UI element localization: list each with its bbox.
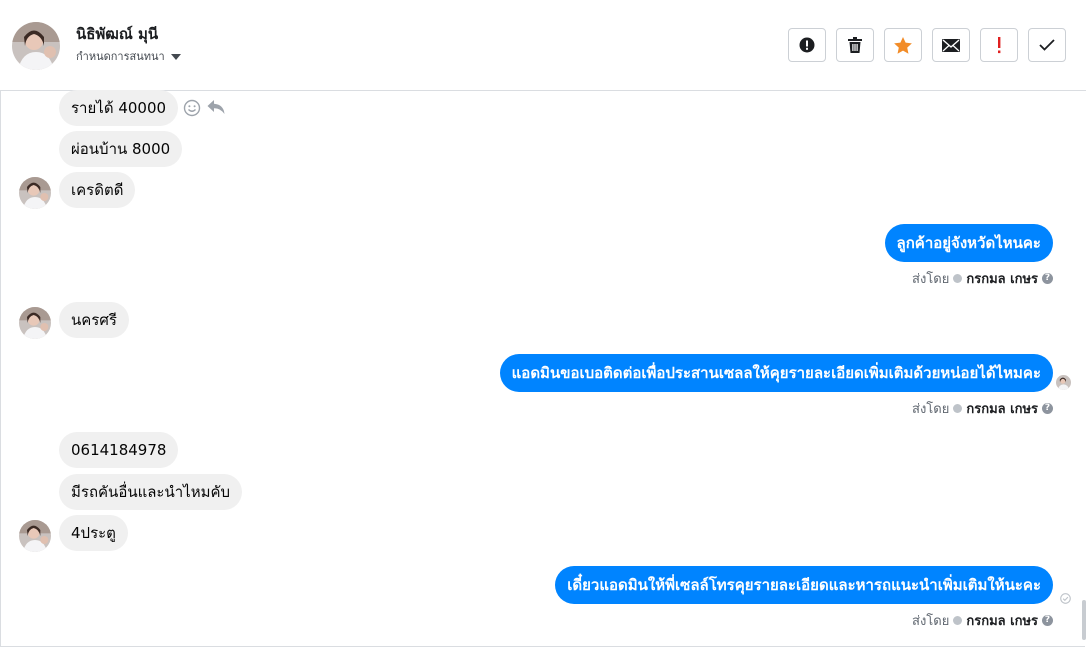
sent-by-prefix: ส่งโดย — [912, 402, 950, 417]
check-icon — [1039, 39, 1055, 51]
done-button[interactable] — [1028, 28, 1066, 62]
incoming-message[interactable]: 0614184978 — [59, 432, 179, 468]
delete-button[interactable] — [836, 28, 874, 62]
reply-icon[interactable] — [207, 99, 225, 119]
sent-by-agent[interactable]: กรกมล เกษร — [966, 268, 1038, 289]
contact-avatar[interactable] — [12, 22, 60, 70]
caret-down-icon — [170, 54, 181, 60]
contact-avatar-small — [19, 177, 51, 209]
sent-by-agent[interactable]: กรกมล เกษร — [966, 398, 1038, 419]
sent-by-label: ส่งโดย กรกมล เกษร ? — [912, 610, 1053, 631]
help-icon[interactable]: ? — [1042, 615, 1053, 626]
exclamation-icon — [998, 37, 1001, 54]
conversation-header: นิธิพัฒณ์ มุนี กำหนดการสนทนา — [0, 0, 1086, 91]
sent-by-label: ส่งโดย กรกมล เกษร ? — [912, 268, 1053, 289]
outgoing-message[interactable]: ลูกค้าอยู่จังหวัดไหนคะ — [884, 224, 1053, 262]
scrollbar[interactable] — [1082, 600, 1086, 640]
outgoing-message[interactable]: แอดมินขอเบอติดต่อเพื่อประสานเซลลให้คุยรา… — [499, 354, 1053, 392]
react-emoji-icon[interactable] — [183, 99, 201, 121]
outgoing-message[interactable]: เดี๋ยวแอดมินให้พี่เซลล์โทรคุยรายละเอียดแ… — [555, 566, 1053, 604]
incoming-message[interactable]: 4ประตู — [59, 515, 128, 551]
page-icon — [953, 404, 963, 413]
incoming-message[interactable]: ผ่อนบ้าน 8000 — [59, 131, 183, 167]
mark-unread-button[interactable] — [932, 28, 970, 62]
trash-icon — [848, 37, 862, 53]
help-icon[interactable]: ? — [1042, 403, 1053, 414]
spam-button[interactable] — [788, 28, 826, 62]
delivered-check-icon — [1060, 589, 1071, 608]
page-icon — [953, 616, 963, 625]
star-icon — [894, 36, 912, 54]
incoming-message[interactable]: รายได้ 40000 — [59, 90, 179, 126]
incoming-message[interactable]: นครศรี — [59, 302, 129, 338]
sent-by-agent[interactable]: กรกมล เกษร — [966, 610, 1038, 631]
contact-name: นิธิพัฒณ์ มุนี — [76, 25, 159, 43]
page-icon — [953, 274, 963, 283]
follow-up-button[interactable] — [980, 28, 1018, 62]
sent-by-prefix: ส่งโดย — [912, 272, 950, 287]
star-button[interactable] — [884, 28, 922, 62]
help-icon[interactable]: ? — [1042, 273, 1053, 284]
incoming-message[interactable]: มีรถคันอื่นและนำไหมคับ — [59, 474, 243, 510]
contact-avatar-small — [19, 520, 51, 552]
assign-label: กำหนดการสนทนา — [76, 50, 165, 63]
sent-by-prefix: ส่งโดย — [912, 614, 950, 629]
seen-avatar — [1056, 375, 1071, 390]
sent-by-label: ส่งโดย กรกมล เกษร ? — [912, 398, 1053, 419]
alert-circle-icon — [799, 37, 815, 53]
incoming-message[interactable]: เครดิตดี — [59, 172, 136, 208]
contact-avatar-small — [19, 307, 51, 339]
envelope-icon — [942, 38, 960, 52]
assign-conversation-dropdown[interactable]: กำหนดการสนทนา — [76, 47, 181, 65]
